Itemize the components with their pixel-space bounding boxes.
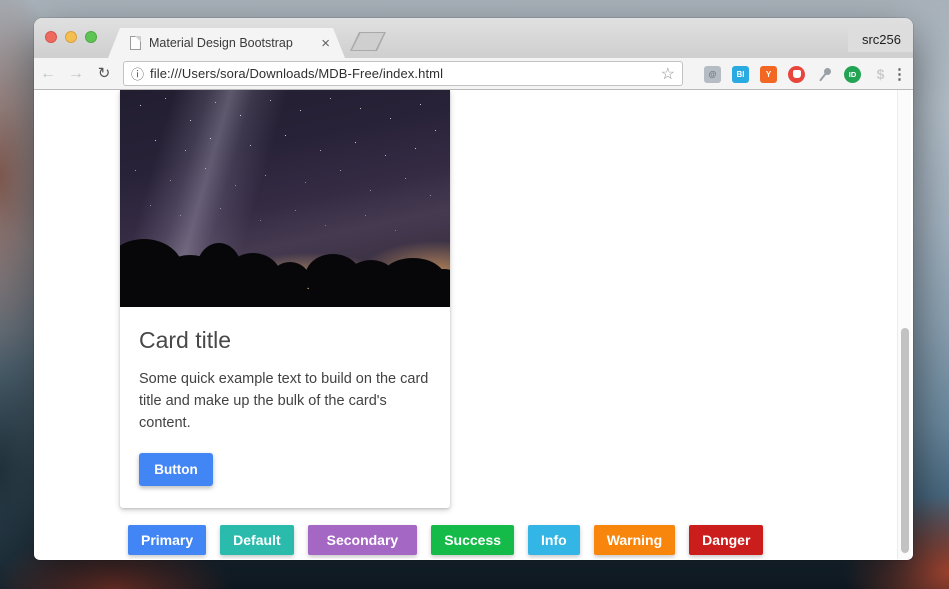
mdb-card: Card title Some quick example text to bu… (120, 90, 450, 508)
reload-icon[interactable]: ↻ (90, 66, 118, 81)
browser-window: Material Design Bootstrap × src256 ← → ↻… (34, 18, 913, 560)
desktop-wallpaper: { "browser": { "window_label": "src256",… (0, 0, 949, 589)
dollar-icon[interactable]: $ (872, 66, 889, 83)
minimize-window-button[interactable] (65, 31, 77, 43)
bookmark-star-icon[interactable]: ☆ (661, 64, 675, 84)
tab-close-icon[interactable]: × (320, 36, 331, 51)
page-favicon-icon (130, 36, 141, 50)
new-tab-button[interactable] (350, 32, 386, 51)
back-icon[interactable]: ← (34, 65, 62, 82)
tree-silhouettes (120, 232, 450, 307)
primary-button[interactable]: Primary (128, 525, 207, 555)
scrollbar-thumb[interactable] (901, 328, 909, 553)
info-button[interactable]: Info (528, 525, 580, 555)
card-button[interactable]: Button (139, 453, 213, 486)
id-green-icon[interactable]: ID (844, 65, 861, 83)
card-night-sky-image (120, 90, 450, 307)
success-button[interactable]: Success (431, 525, 515, 555)
page-viewport: Card title Some quick example text to bu… (34, 90, 913, 559)
hacker-news-y-icon[interactable]: Y (760, 65, 777, 83)
window-label: src256 (847, 26, 913, 52)
card-body: Card title Some quick example text to bu… (120, 307, 450, 508)
page-info-icon[interactable]: ⓘ (131, 64, 144, 83)
close-window-button[interactable] (45, 31, 57, 43)
tab-title: Material Design Bootstrap (149, 36, 293, 50)
warning-button[interactable]: Warning (593, 525, 676, 555)
chrome-menu-icon[interactable]: ⋮ (892, 58, 907, 90)
browser-toolbar: ← → ↻ ⓘ file:///Users/sora/Downloads/MDB… (34, 58, 913, 90)
stop-hand-icon[interactable] (788, 65, 805, 83)
card-text: Some quick example text to build on the … (139, 371, 429, 431)
default-button[interactable]: Default (220, 525, 294, 555)
page-scrollbar[interactable] (897, 90, 911, 559)
forward-icon[interactable]: → (62, 65, 90, 82)
zoom-window-button[interactable] (85, 31, 97, 43)
new-tab-shape (352, 33, 384, 50)
secondary-button[interactable]: Secondary (307, 525, 418, 555)
bi-blue-icon[interactable]: BI (732, 65, 749, 83)
tab-strip: Material Design Bootstrap × src256 (34, 18, 913, 58)
danger-button[interactable]: Danger (689, 525, 764, 555)
pushpin-icon[interactable] (816, 66, 833, 83)
tab-material-design-bootstrap[interactable]: Material Design Bootstrap × (108, 28, 345, 58)
button-row: Primary Default Secondary Success Info Warnin… (128, 525, 764, 555)
card-title: Card title (139, 327, 232, 353)
at-document-icon[interactable]: @ (704, 65, 721, 83)
address-bar[interactable]: ⓘ file:///Users/sora/Downloads/MDB-Free/… (123, 61, 683, 86)
url-text[interactable]: file:///Users/sora/Downloads/MDB-Free/in… (150, 66, 655, 81)
extension-icons-row: @ BI Y ID $ (704, 58, 889, 90)
traffic-lights (45, 31, 97, 43)
